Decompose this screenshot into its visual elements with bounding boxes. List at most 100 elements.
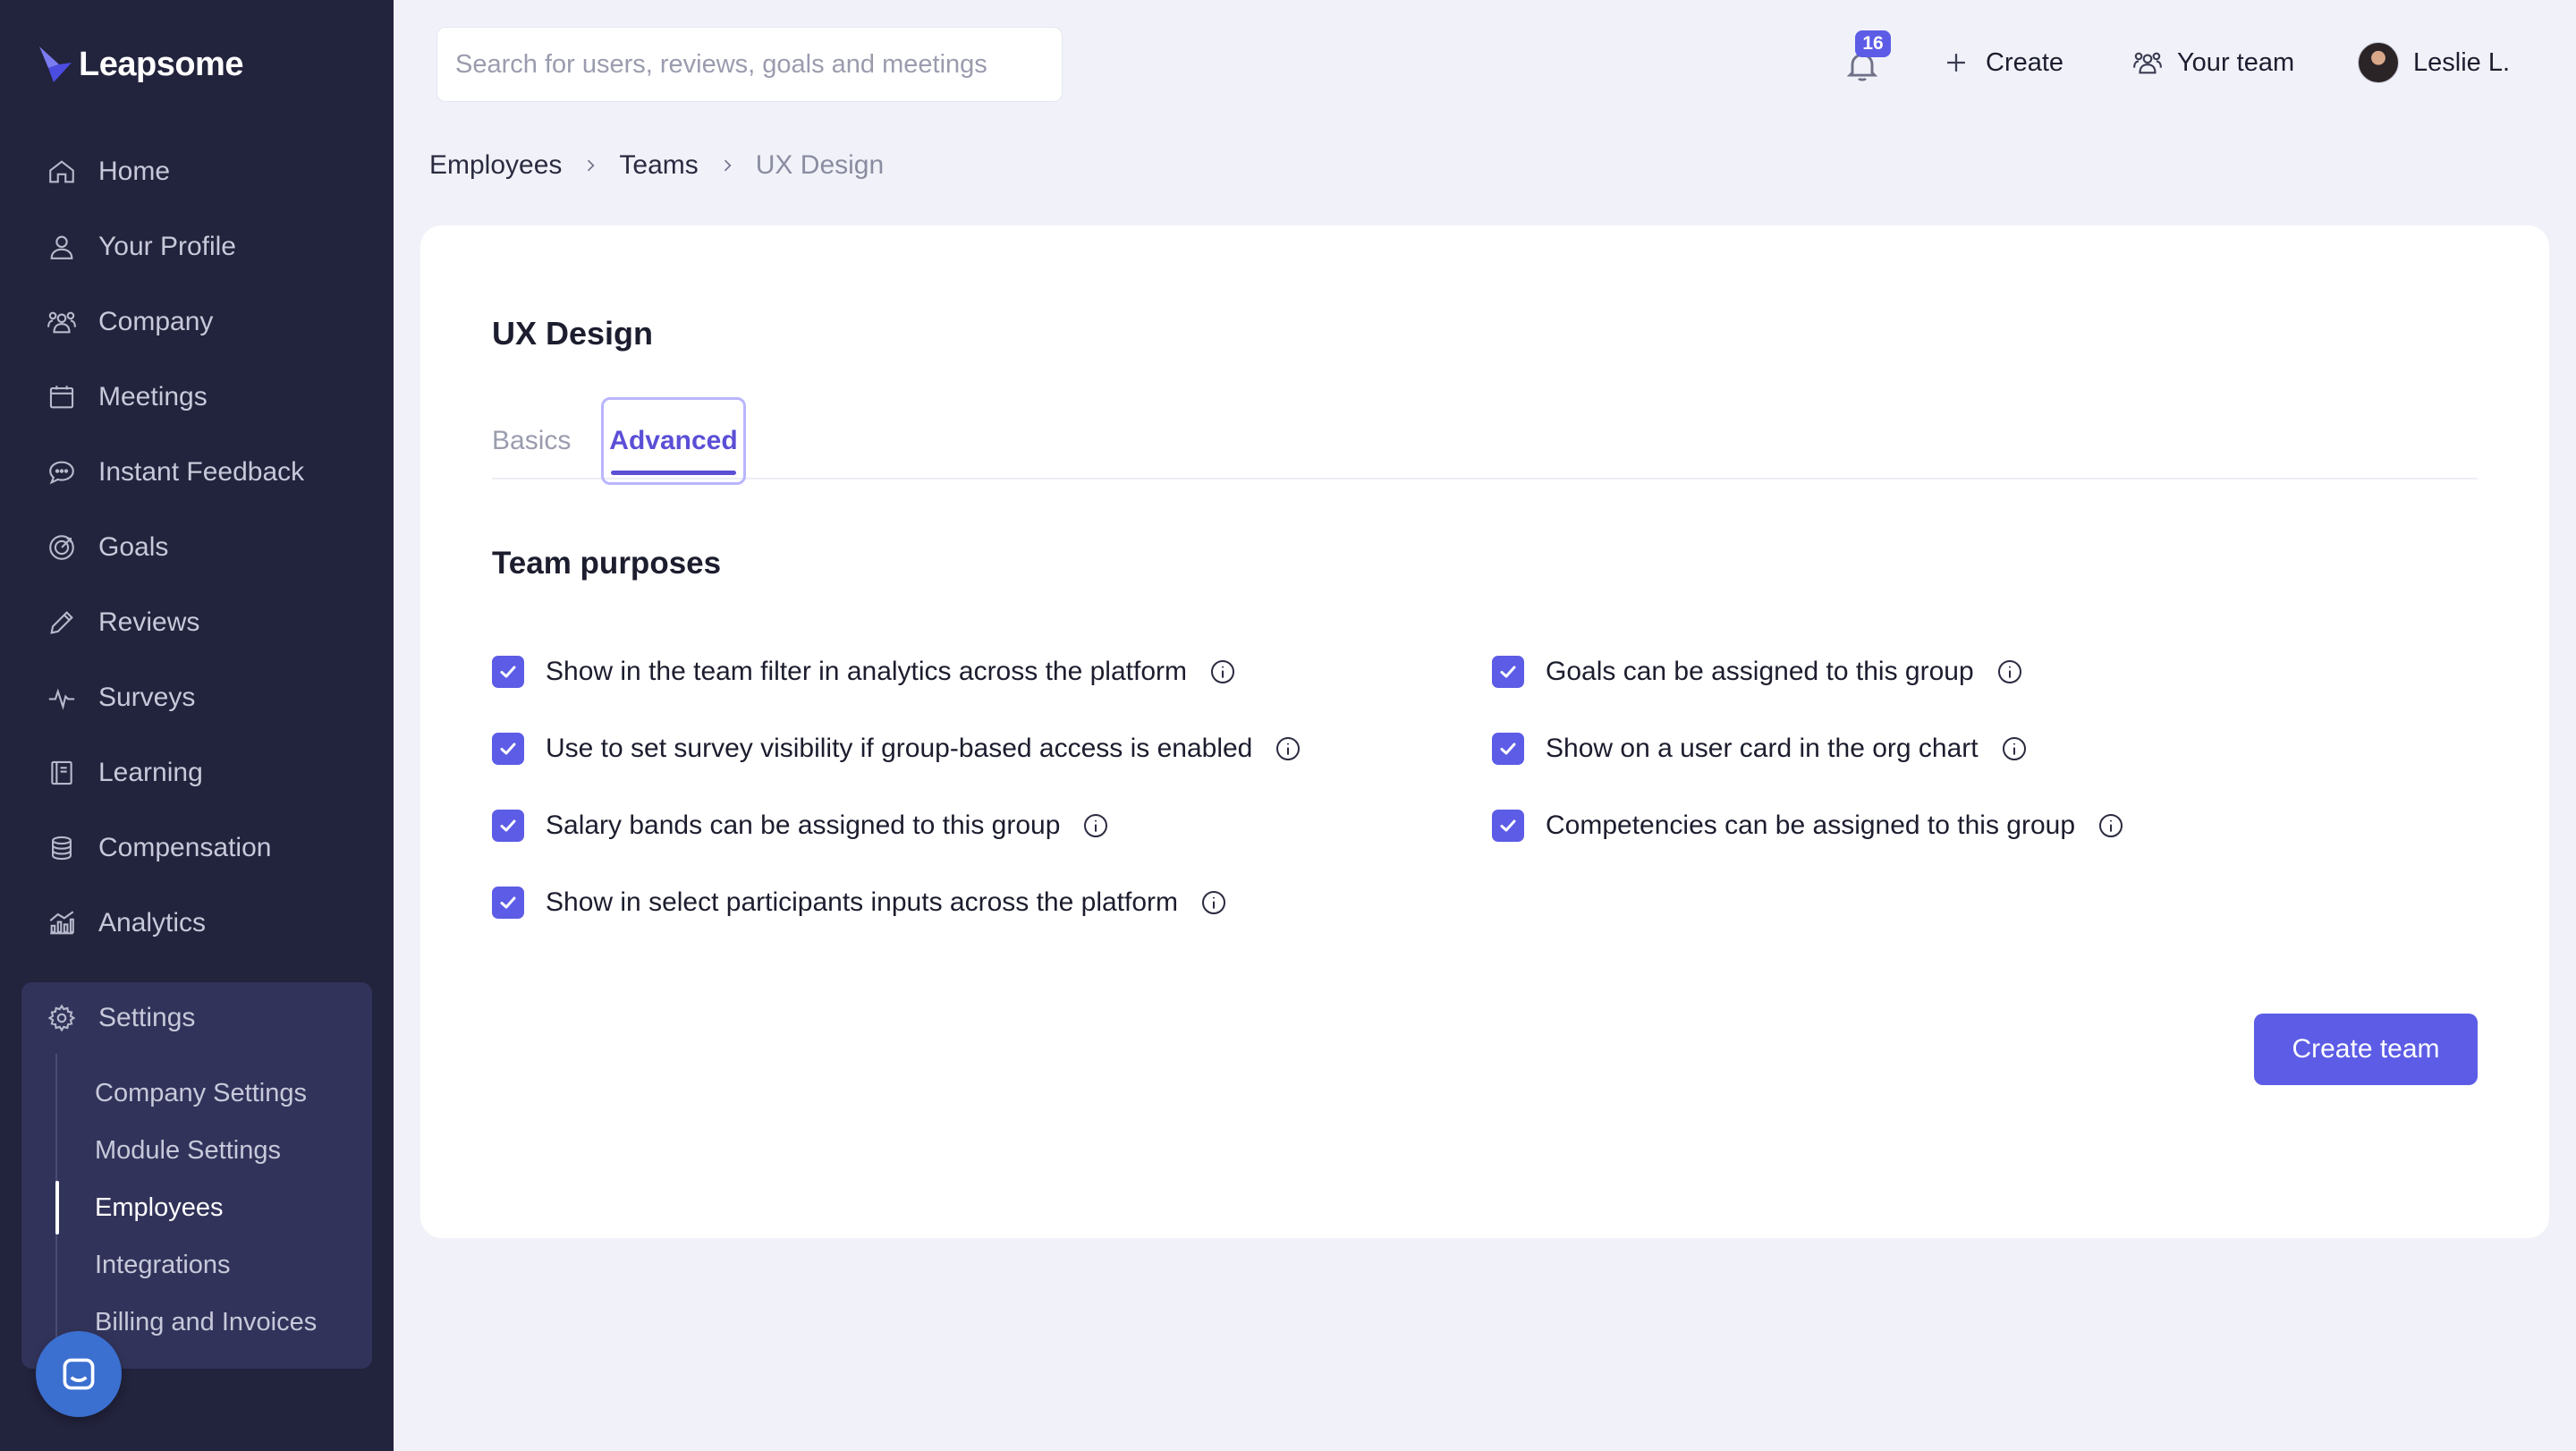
purpose-option-salary-bands[interactable]: Salary bands can be assigned to this gro… [492,787,1302,864]
checkbox[interactable] [1492,810,1524,842]
info-icon[interactable] [2000,734,2029,763]
gear-icon [47,1004,76,1032]
sidebar-item-label: Compensation [98,833,272,862]
tab-basics[interactable]: Basics [492,404,571,478]
purpose-option-goals[interactable]: Goals can be assigned to this group [1492,633,2125,710]
checkbox[interactable] [492,656,524,688]
info-icon[interactable] [2097,811,2125,840]
sidebar-item-label: Learning [98,758,203,787]
sidebar-item-settings[interactable]: Settings [47,998,195,1038]
submenu-item-integrations[interactable]: Integrations [55,1236,360,1294]
check-icon [1500,666,1516,678]
sidebar-item-label: Settings [98,1003,196,1032]
leapsome-logo[interactable]: Leapsome [38,45,243,84]
check-icon [500,896,516,909]
create-team-button[interactable]: Create team [2254,1014,2478,1085]
submenu-item-label: Company Settings [95,1078,307,1107]
chevron-right-icon [588,159,595,172]
sidebar-item-label: Analytics [98,908,207,938]
user-name: Leslie L. [2413,47,2511,77]
info-icon[interactable] [1199,888,1228,917]
create-label: Create [1986,47,2064,77]
your-team-button[interactable]: Your team [2132,41,2294,84]
purpose-option-select-participants[interactable]: Show in select participants inputs acros… [492,864,1302,941]
purposes-column-left: Show in the team filter in analytics acr… [492,633,1302,941]
sidebar-item-label: Home [98,157,171,186]
sidebar-item-goals[interactable]: Goals [0,510,394,585]
info-icon[interactable] [1996,658,2024,686]
page-title: UX Design [492,315,654,352]
sidebar: Leapsome Home Your Profile Company Meeti… [0,0,394,1451]
option-label: Show on a user card in the org chart [1546,734,1979,763]
sidebar-item-label: Meetings [98,382,208,412]
sidebar-item-label: Company [98,307,214,336]
purpose-option-org-chart[interactable]: Show on a user card in the org chart [1492,710,2125,787]
breadcrumb-current: UX Design [755,150,885,180]
submenu-item-label: Module Settings [95,1135,281,1165]
checkbox[interactable] [492,887,524,919]
submenu-item-module-settings[interactable]: Module Settings [55,1122,360,1179]
info-icon[interactable] [1208,658,1237,686]
check-icon [1500,742,1516,755]
sidebar-item-learning[interactable]: Learning [0,735,394,810]
settings-submenu: Company Settings Module Settings Employe… [55,1065,360,1351]
option-label: Show in select participants inputs acros… [546,887,1179,917]
sidebar-item-analytics[interactable]: Analytics [0,886,394,961]
info-icon[interactable] [1081,811,1110,840]
chevron-right-icon [724,159,732,172]
users-icon [47,311,76,334]
sidebar-item-label: Your Profile [98,232,236,261]
submenu-item-employees[interactable]: Employees [55,1179,360,1236]
option-label: Competencies can be assigned to this gro… [1546,810,2076,840]
sidebar-item-instant-feedback[interactable]: Instant Feedback [0,435,394,510]
sidebar-item-label: Surveys [98,683,196,712]
info-icon[interactable] [1274,734,1302,763]
create-button[interactable]: Create [1941,41,2063,84]
your-team-label: Your team [2177,47,2295,77]
main-nav: Home Your Profile Company Meetings Insta… [0,134,394,961]
breadcrumb-employees[interactable]: Employees [429,150,562,181]
purpose-option-competencies[interactable]: Competencies can be assigned to this gro… [1492,787,2125,864]
notification-count-badge: 16 [1855,30,1891,57]
checkbox[interactable] [1492,733,1524,765]
sidebar-item-surveys[interactable]: Surveys [0,660,394,735]
sidebar-item-home[interactable]: Home [0,134,394,209]
checkbox[interactable] [492,733,524,765]
target-icon [49,535,74,560]
tab-advanced[interactable]: Advanced [601,397,746,485]
sidebar-item-label: Reviews [98,607,200,637]
check-icon [500,666,516,678]
user-icon [50,235,73,259]
option-label: Goals can be assigned to this group [1546,657,1974,686]
checkbox[interactable] [1492,656,1524,688]
messenger-icon [63,1358,95,1390]
pulse-icon [48,688,75,710]
submenu-item-label: Billing and Invoices [95,1307,318,1336]
purpose-option-survey-visibility[interactable]: Use to set survey visibility if group-ba… [492,710,1302,787]
settings-group: Settings Company Settings Module Setting… [21,982,372,1369]
user-menu[interactable]: Leslie L. [2358,41,2510,84]
sidebar-item-compensation[interactable]: Compensation [0,810,394,886]
support-chat-button[interactable] [36,1331,122,1417]
checkbox[interactable] [492,810,524,842]
home-icon [49,160,74,183]
app-name: Leapsome [79,45,243,83]
sidebar-item-reviews[interactable]: Reviews [0,585,394,660]
avatar [2358,42,2399,83]
search-input[interactable] [436,27,1063,102]
submenu-item-label: Employees [95,1192,224,1222]
option-label: Show in the team filter in analytics acr… [546,657,1187,686]
sidebar-item-your-profile[interactable]: Your Profile [0,209,394,284]
submenu-item-company-settings[interactable]: Company Settings [55,1065,360,1122]
option-label: Salary bands can be assigned to this gro… [546,810,1061,840]
team-settings-card: UX Design Basics Advanced Team purposes … [420,225,2549,1238]
option-label: Use to set survey visibility if group-ba… [546,734,1253,763]
leapsome-bird-icon [39,47,72,82]
breadcrumb-teams[interactable]: Teams [619,150,698,181]
purpose-option-analytics-filter[interactable]: Show in the team filter in analytics acr… [492,633,1302,710]
sidebar-item-company[interactable]: Company [0,284,394,360]
sidebar-item-label: Instant Feedback [98,457,305,487]
section-title: Team purposes [492,546,722,581]
calendar-icon [49,386,74,409]
sidebar-item-meetings[interactable]: Meetings [0,360,394,435]
